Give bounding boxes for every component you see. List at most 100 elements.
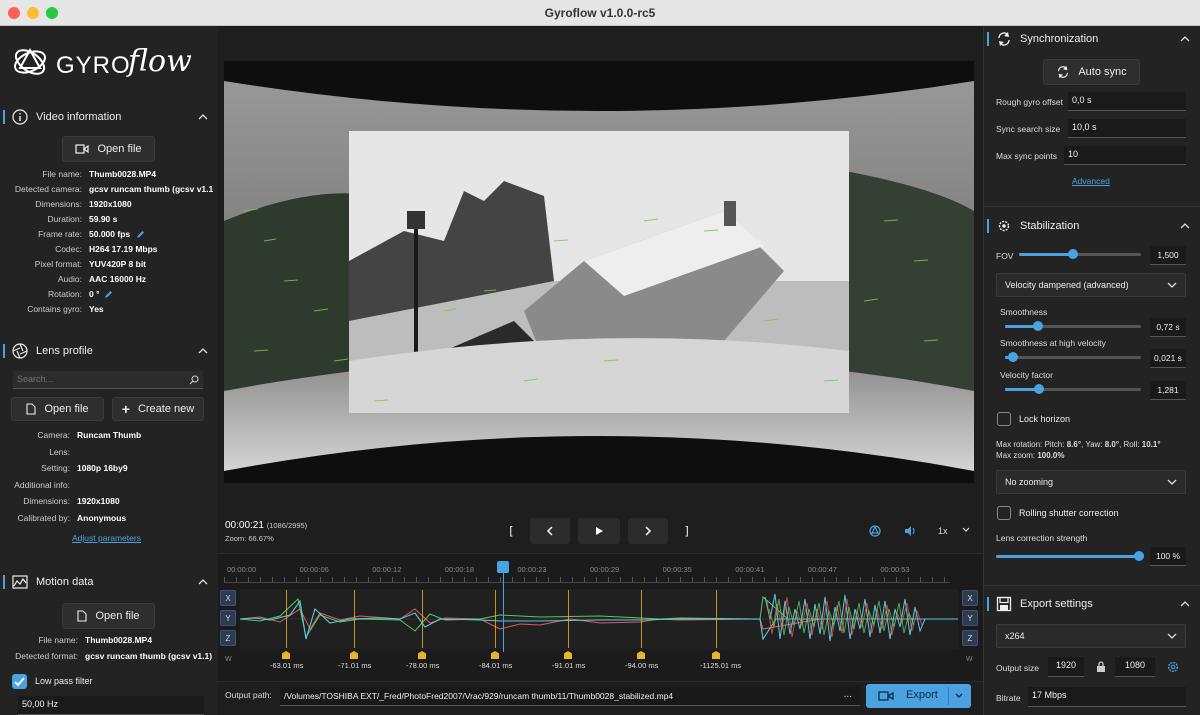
bitrate-input[interactable]: 17 Mbps bbox=[1028, 687, 1186, 707]
video-info-value: 59.90 s bbox=[89, 214, 118, 224]
sync-point-line bbox=[716, 590, 717, 648]
chevron-down-icon[interactable] bbox=[955, 692, 963, 700]
sync-search-input[interactable]: 10,0 s bbox=[1068, 119, 1186, 138]
stabilization-toggle-button[interactable] bbox=[868, 524, 882, 540]
axis-toggle-y-button[interactable]: Y bbox=[220, 610, 236, 626]
playback-speed-value: 1x bbox=[938, 526, 948, 536]
smooth-hv-slider[interactable] bbox=[1005, 352, 1141, 364]
video-info-label: File name: bbox=[42, 169, 82, 179]
lens-search-input[interactable] bbox=[13, 371, 173, 387]
lens-strength-slider-knob[interactable] bbox=[1134, 551, 1144, 561]
smoothness-value-input[interactable]: 0,72 s bbox=[1150, 318, 1186, 337]
video-info-title: Video information bbox=[36, 111, 122, 123]
sync-point-offset-label: -71.01 ms bbox=[338, 661, 372, 670]
fov-slider[interactable] bbox=[1019, 249, 1141, 261]
video-info-label: Dimensions: bbox=[35, 199, 82, 209]
codec-select[interactable]: x264 bbox=[996, 624, 1186, 648]
axis-toggle-x-button[interactable]: X bbox=[220, 590, 236, 606]
browse-path-button[interactable]: ... bbox=[844, 689, 852, 700]
motion-data-title: Motion data bbox=[36, 576, 94, 588]
file-icon bbox=[26, 403, 37, 415]
sync-point-offset-label: -94.00 ms bbox=[625, 661, 659, 670]
chevron-up-icon bbox=[198, 579, 208, 585]
smooth-hv-slider-knob[interactable] bbox=[1008, 352, 1019, 362]
rough-offset-input[interactable]: 0,0 s bbox=[1068, 92, 1186, 111]
low-pass-input[interactable]: 50,00 Hz bbox=[18, 696, 204, 715]
video-info-value: gcsv runcam thumb (gcsv v1.1 bbox=[89, 184, 214, 194]
smooth-hv-value-input[interactable]: 0,021 s bbox=[1150, 349, 1186, 368]
current-time-value: 00:00:21 bbox=[225, 520, 264, 531]
advanced-link[interactable]: Advanced bbox=[1072, 176, 1110, 186]
gyro-graph[interactable] bbox=[239, 589, 958, 649]
video-info-value: H264 17.19 Mbps bbox=[89, 244, 158, 254]
smoothness-slider-knob[interactable] bbox=[1032, 321, 1043, 331]
volume-button[interactable] bbox=[903, 524, 917, 540]
smoothness-slider[interactable] bbox=[1005, 321, 1141, 333]
sync-point-line bbox=[354, 590, 355, 648]
lens-search-field[interactable] bbox=[13, 371, 203, 389]
lock-horizon-checkbox[interactable] bbox=[997, 412, 1011, 426]
video-info-label: Pixel format: bbox=[34, 259, 82, 269]
output-width-input[interactable]: 1920 bbox=[1048, 657, 1084, 677]
motion-open-file-button[interactable]: Open file bbox=[62, 603, 155, 629]
set-trim-start-button[interactable]: [ bbox=[500, 518, 522, 544]
logo-text-gyro: GYRO bbox=[56, 52, 131, 79]
video-open-file-button[interactable]: Open file bbox=[62, 136, 155, 162]
zooming-mode-select[interactable]: No zooming bbox=[996, 470, 1186, 494]
edit-pencil-icon[interactable] bbox=[104, 290, 113, 299]
export-button[interactable]: Export bbox=[866, 684, 971, 708]
set-trim-end-button[interactable]: ] bbox=[676, 518, 698, 544]
lens-create-new-label: Create new bbox=[137, 403, 195, 415]
auto-sync-button[interactable]: Auto sync bbox=[1043, 59, 1140, 85]
fov-slider-knob[interactable] bbox=[1067, 249, 1078, 259]
settings-gear-icon[interactable] bbox=[1166, 660, 1180, 674]
fov-value-input[interactable]: 1,500 bbox=[1150, 246, 1186, 265]
max-sync-input[interactable]: 10 bbox=[1064, 146, 1186, 165]
lens-info-label: Setting: bbox=[41, 463, 70, 473]
velocity-factor-value-input[interactable]: 1,281 bbox=[1150, 381, 1186, 400]
export-settings-header[interactable]: Export settings bbox=[984, 592, 1200, 616]
axis-toggle-z-button[interactable]: Z bbox=[962, 630, 978, 646]
lens-open-file-button[interactable]: Open file bbox=[11, 397, 104, 421]
output-height-input[interactable]: 1080 bbox=[1115, 657, 1155, 677]
playhead-handle[interactable] bbox=[497, 561, 509, 573]
lens-aperture-icon bbox=[12, 343, 28, 359]
motion-data-header[interactable]: Motion data bbox=[0, 570, 218, 594]
rolling-shutter-label: Rolling shutter correction bbox=[1019, 508, 1119, 518]
lens-strength-slider[interactable] bbox=[996, 551, 1144, 563]
video-info-value: 1920x1080 bbox=[89, 199, 132, 209]
gyroflow-logo-icon bbox=[14, 47, 46, 75]
axis-toggle-y-button[interactable]: Y bbox=[962, 610, 978, 626]
adjust-parameters-link[interactable]: Adjust parameters bbox=[72, 533, 141, 543]
rolling-shutter-checkbox[interactable] bbox=[997, 506, 1011, 520]
next-frame-button[interactable] bbox=[628, 518, 668, 544]
velocity-factor-slider-knob[interactable] bbox=[1034, 384, 1044, 394]
axis-toggle-x-button[interactable]: X bbox=[962, 590, 978, 606]
smoothing-method-select[interactable]: Velocity dampened (advanced) bbox=[996, 273, 1186, 297]
video-preview[interactable] bbox=[224, 61, 974, 483]
lens-create-new-button[interactable]: + Create new bbox=[112, 397, 204, 421]
codec-value: x264 bbox=[1005, 631, 1025, 641]
sync-header[interactable]: Synchronization bbox=[984, 27, 1200, 51]
lens-strength-value-input[interactable]: 100 % bbox=[1150, 547, 1186, 566]
sync-point-line bbox=[641, 590, 642, 648]
low-pass-checkbox[interactable] bbox=[12, 674, 27, 689]
video-info-value: Yes bbox=[89, 304, 104, 314]
play-button[interactable] bbox=[578, 518, 620, 544]
lock-icon[interactable] bbox=[1096, 661, 1106, 673]
lens-profile-header[interactable]: Lens profile bbox=[0, 339, 218, 363]
playback-speed-select[interactable]: 1x bbox=[938, 526, 970, 536]
previous-frame-button[interactable] bbox=[530, 518, 570, 544]
stabilization-header[interactable]: Stabilization bbox=[984, 214, 1200, 238]
search-icon[interactable] bbox=[189, 375, 199, 385]
velocity-factor-slider[interactable] bbox=[1005, 384, 1141, 396]
video-info-header[interactable]: Video information bbox=[0, 105, 218, 129]
chevron-up-icon bbox=[1180, 36, 1190, 42]
edit-pencil-icon[interactable] bbox=[136, 230, 145, 239]
left-panel: GYRO flow Video information Open file Fi… bbox=[0, 26, 218, 715]
velocity-factor-label: Velocity factor bbox=[1000, 370, 1053, 380]
axis-toggle-z-button[interactable]: Z bbox=[220, 630, 236, 646]
bitrate-label: Bitrate bbox=[996, 693, 1021, 703]
current-frame: (1086/2995) bbox=[266, 521, 308, 530]
output-path-field[interactable]: /Volumes/TOSHIBA EXT/_Fred/PhotoFred2007… bbox=[280, 686, 860, 706]
